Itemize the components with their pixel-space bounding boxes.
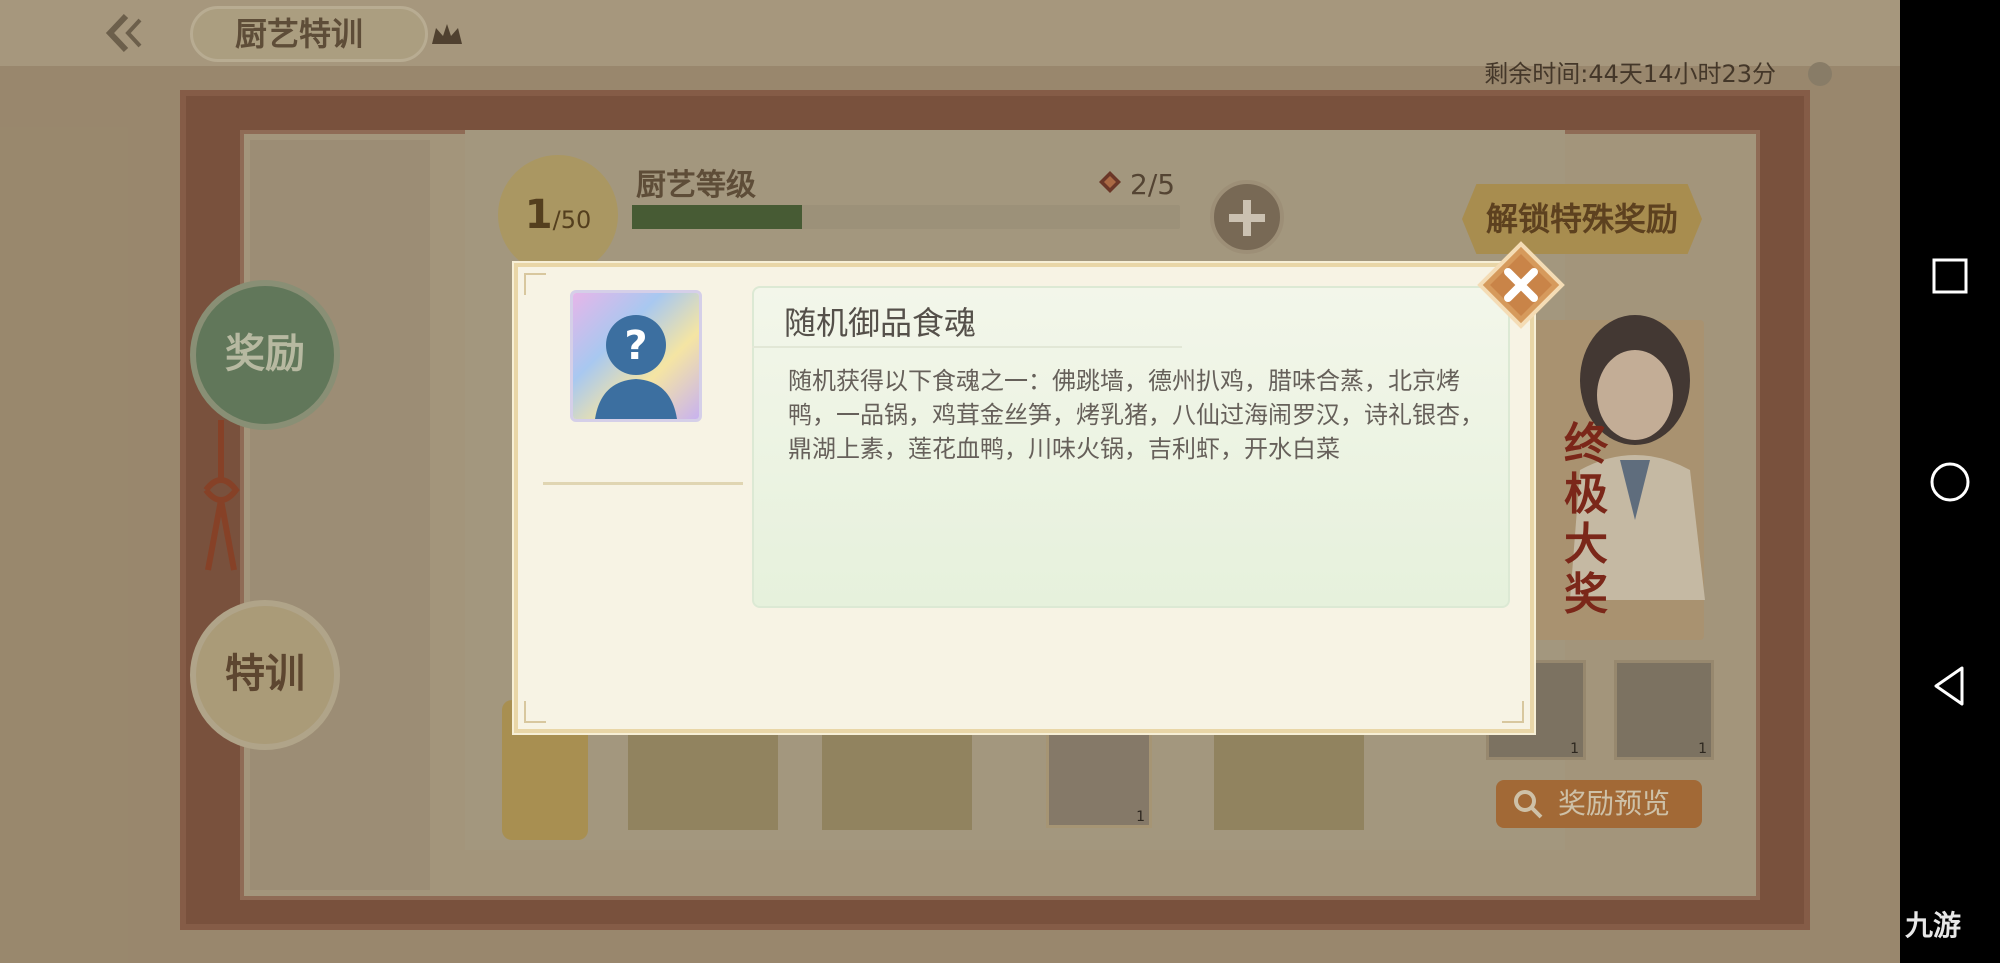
divider [752, 346, 1182, 348]
home-icon[interactable] [1926, 458, 1974, 506]
item-description: 随机获得以下食魂之一：佛跳墙，德州扒鸡，腊味合蒸，北京烤鸭，一品锅，鸡茸金丝笋，… [788, 367, 1484, 463]
recent-apps-icon[interactable] [1926, 252, 1974, 300]
watermark-logo: 九游 [1905, 909, 1962, 942]
corner-ornament [524, 273, 546, 295]
svg-text:?: ? [624, 323, 647, 369]
game-screen: 厨艺特训 剩余时间:44天14小时23分 奖励 特训 1/50 厨艺等级 2/5… [0, 0, 1900, 963]
corner-ornament [524, 701, 546, 723]
back-icon[interactable] [1926, 662, 1974, 710]
corner-ornament [1502, 701, 1524, 723]
close-icon[interactable] [1476, 240, 1566, 330]
mystery-item-icon: ? [570, 290, 702, 422]
divider [543, 482, 743, 485]
item-name: 随机御品食魂 [784, 304, 977, 342]
question-mark-silhouette-icon: ? [573, 293, 699, 419]
